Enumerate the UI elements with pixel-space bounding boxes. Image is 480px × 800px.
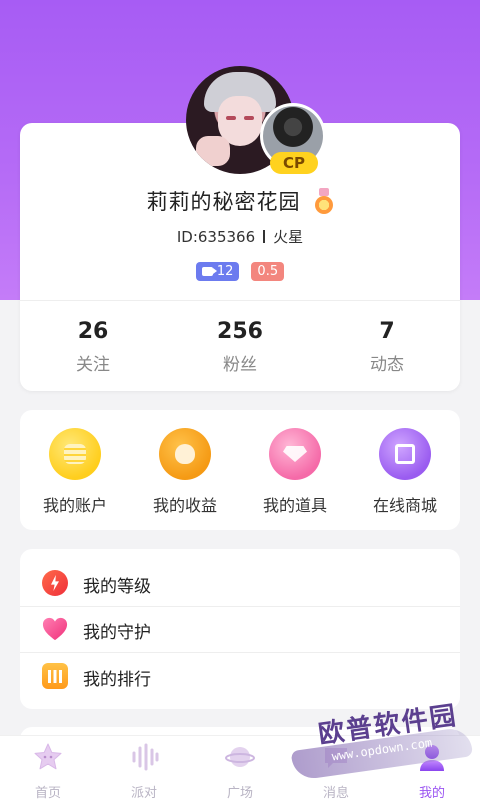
shopping-bag-icon bbox=[379, 428, 431, 480]
menu-my-account[interactable]: 我的账户 bbox=[20, 428, 130, 516]
list-item-label: 我的守护 bbox=[83, 623, 151, 643]
tab-square[interactable]: 广场 bbox=[192, 742, 288, 800]
tab-messages[interactable]: 消息 bbox=[288, 742, 384, 800]
video-count-tag: 12 bbox=[195, 262, 240, 281]
video-camera-icon bbox=[201, 267, 217, 276]
tab-label: 首页 bbox=[34, 786, 61, 800]
stat-label: 粉丝 bbox=[223, 355, 257, 375]
profile-tags: 12 0.5 bbox=[0, 261, 480, 281]
stat-value: 26 bbox=[77, 319, 109, 344]
tab-party[interactable]: 派对 bbox=[96, 742, 192, 800]
bottom-tab-bar: 首页 派对 广场 消息 我的 bbox=[0, 735, 480, 800]
tab-label: 消息 bbox=[322, 786, 349, 800]
menu-online-mall[interactable]: 在线商城 bbox=[350, 428, 460, 516]
heart-icon bbox=[42, 617, 68, 641]
settings-list-card: 我的等级 我的守护 我的排行 bbox=[20, 549, 460, 709]
stat-label: 关注 bbox=[76, 355, 110, 375]
menu-label: 我的道具 bbox=[262, 496, 327, 515]
message-icon bbox=[325, 748, 347, 768]
quick-menu-card: 我的账户 我的收益 我的道具 在线商城 bbox=[20, 410, 460, 530]
user-id-row: ID:635366 火星 bbox=[0, 226, 480, 247]
nickname: 莉莉的秘密花园 bbox=[146, 190, 301, 214]
medal-icon[interactable] bbox=[314, 188, 334, 214]
list-item-my-ranking[interactable]: 我的排行 bbox=[20, 653, 460, 699]
tab-label: 我的 bbox=[418, 786, 445, 800]
list-item-label: 我的等级 bbox=[83, 577, 151, 597]
tab-label: 广场 bbox=[226, 786, 253, 800]
list-item-my-level[interactable]: 我的等级 bbox=[20, 560, 460, 606]
gem-icon bbox=[269, 428, 321, 480]
stat-label: 动态 bbox=[370, 355, 404, 375]
list-item-label: 我的排行 bbox=[83, 670, 151, 690]
cp-badge: CP bbox=[270, 152, 318, 174]
user-location: 火星 bbox=[273, 228, 304, 246]
menu-my-income[interactable]: 我的收益 bbox=[130, 428, 240, 516]
sound-wave-icon bbox=[132, 743, 159, 771]
bar-chart-icon bbox=[42, 663, 68, 689]
planet-icon bbox=[225, 747, 255, 767]
nickname-row: 莉莉的秘密花园 bbox=[0, 186, 480, 216]
level-tag: 0.5 bbox=[251, 262, 285, 281]
coins-icon bbox=[49, 428, 101, 480]
person-icon bbox=[420, 745, 444, 771]
money-bag-icon bbox=[159, 428, 211, 480]
menu-label: 在线商城 bbox=[372, 496, 437, 515]
star-icon bbox=[34, 743, 62, 770]
tab-mine[interactable]: 我的 bbox=[384, 742, 480, 800]
list-item-my-guard[interactable]: 我的守护 bbox=[20, 606, 460, 652]
tab-label: 派对 bbox=[130, 786, 157, 800]
divider bbox=[20, 300, 460, 301]
tab-home[interactable]: 首页 bbox=[0, 742, 96, 800]
divider bbox=[263, 230, 266, 243]
menu-my-props[interactable]: 我的道具 bbox=[240, 428, 350, 516]
stat-value: 7 bbox=[379, 319, 395, 344]
stat-posts[interactable]: 7 动态 bbox=[314, 318, 460, 375]
stat-following[interactable]: 26 关注 bbox=[20, 318, 166, 375]
menu-label: 我的收益 bbox=[152, 496, 217, 515]
user-id: ID:635366 bbox=[176, 228, 256, 246]
stat-fans[interactable]: 256 粉丝 bbox=[167, 318, 313, 375]
stat-value: 256 bbox=[217, 319, 263, 344]
menu-label: 我的账户 bbox=[42, 496, 107, 515]
lightning-icon bbox=[42, 570, 68, 596]
